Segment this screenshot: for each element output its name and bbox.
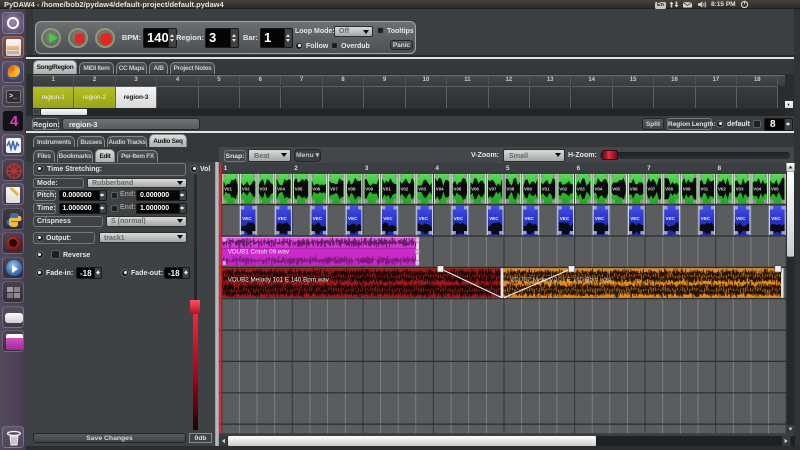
svg-text:7: 7 bbox=[647, 165, 651, 172]
svg-text:V02: V02 bbox=[401, 187, 409, 192]
svg-text:V01: V01 bbox=[383, 187, 391, 192]
svg-text:VEC: VEC bbox=[560, 216, 570, 221]
svg-text:V05: V05 bbox=[295, 187, 303, 192]
svg-text:V03: V03 bbox=[736, 187, 744, 192]
svg-text:VEC: VEC bbox=[313, 216, 323, 221]
svg-text:VDUB1 Crash 09.wav: VDUB1 Crash 09.wav bbox=[228, 248, 290, 255]
svg-text:VEC: VEC bbox=[489, 216, 499, 221]
svg-text:VDUB2 Melody 101 E 140 Bpm.wav: VDUB2 Melody 101 E 140 Bpm.wav bbox=[510, 277, 612, 284]
svg-text:VEC: VEC bbox=[454, 216, 464, 221]
svg-text:V05: V05 bbox=[612, 187, 620, 192]
svg-text:VEC: VEC bbox=[771, 216, 781, 221]
svg-text:V06: V06 bbox=[471, 187, 479, 192]
svg-text:V06: V06 bbox=[630, 187, 638, 192]
svg-text:VEC: VEC bbox=[701, 216, 711, 221]
svg-text:V08: V08 bbox=[506, 187, 514, 192]
svg-text:V07: V07 bbox=[489, 187, 497, 192]
svg-text:VEC: VEC bbox=[242, 216, 252, 221]
svg-text:VEC: VEC bbox=[419, 216, 429, 221]
svg-text:V09: V09 bbox=[683, 187, 691, 192]
svg-text:V01: V01 bbox=[542, 187, 550, 192]
svg-text:V06: V06 bbox=[312, 187, 320, 192]
svg-text:V02: V02 bbox=[559, 187, 567, 192]
svg-text:VEC: VEC bbox=[595, 216, 605, 221]
svg-text:V05: V05 bbox=[771, 187, 779, 192]
svg-text:VDUB2 Melody 101 E 140 Bpm.wav: VDUB2 Melody 101 E 140 Bpm.wav bbox=[228, 277, 330, 284]
svg-text:V03: V03 bbox=[259, 187, 267, 192]
svg-text:V03: V03 bbox=[577, 187, 585, 192]
svg-text:V04: V04 bbox=[595, 187, 603, 192]
svg-text:8: 8 bbox=[718, 165, 722, 172]
svg-text:VEC: VEC bbox=[736, 216, 746, 221]
svg-text:V08: V08 bbox=[348, 187, 356, 192]
svg-text:V01: V01 bbox=[700, 187, 708, 192]
svg-text:VEC: VEC bbox=[666, 216, 676, 221]
svg-text:VEC: VEC bbox=[348, 216, 358, 221]
svg-text:V09: V09 bbox=[524, 187, 532, 192]
svg-text:V01: V01 bbox=[224, 187, 232, 192]
svg-text:V05: V05 bbox=[453, 187, 461, 192]
svg-text:V04: V04 bbox=[436, 187, 444, 192]
svg-text:V04: V04 bbox=[753, 187, 761, 192]
svg-text:V02: V02 bbox=[718, 187, 726, 192]
svg-text:VEC: VEC bbox=[383, 216, 393, 221]
svg-text:2: 2 bbox=[294, 165, 298, 172]
svg-text:1: 1 bbox=[224, 165, 228, 172]
svg-text:V03: V03 bbox=[418, 187, 426, 192]
svg-text:V04: V04 bbox=[277, 187, 285, 192]
svg-text:V09: V09 bbox=[365, 187, 373, 192]
svg-text:VEC: VEC bbox=[524, 216, 534, 221]
svg-text:V02: V02 bbox=[242, 187, 250, 192]
svg-text:3: 3 bbox=[365, 165, 369, 172]
svg-text:6: 6 bbox=[577, 165, 581, 172]
svg-text:VEC: VEC bbox=[630, 216, 640, 221]
svg-text:V07: V07 bbox=[647, 187, 655, 192]
svg-text:V08: V08 bbox=[665, 187, 673, 192]
svg-text:4: 4 bbox=[435, 165, 439, 172]
svg-text:5: 5 bbox=[506, 165, 510, 172]
svg-text:VEC: VEC bbox=[278, 216, 288, 221]
svg-text:V07: V07 bbox=[330, 187, 338, 192]
